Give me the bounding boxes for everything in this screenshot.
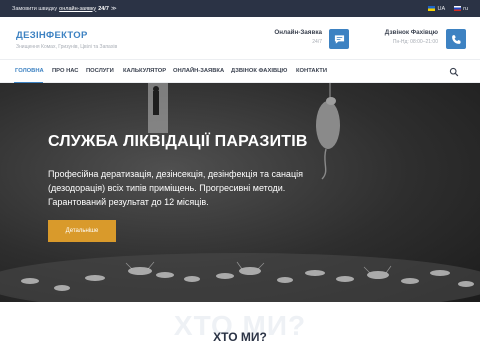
phone-icon	[451, 34, 461, 44]
lang-ua-label: UA	[437, 5, 446, 12]
lang-ru-label: ru	[463, 5, 468, 12]
brand-title: ДЕЗІНФЕКТОР	[16, 30, 88, 41]
logo[interactable]: ДЕЗІНФЕКТОР Знищення Комах, Гризунів, Цв…	[16, 30, 117, 50]
phone-button[interactable]	[446, 29, 466, 49]
lang-ru[interactable]: ru	[454, 6, 468, 12]
nav-item-services[interactable]: ПОСЛУГИ	[86, 68, 114, 74]
nav-item-online-order[interactable]: ОНЛАЙН-ЗАЯВКА	[173, 68, 224, 74]
topbar-hours: 24/7	[98, 5, 109, 12]
call-contact-title: Дзвінок Фахівцю	[384, 29, 438, 36]
nav-item-home[interactable]: ГОЛОВНА	[15, 68, 44, 74]
nav-item-contacts[interactable]: КОНТАКТИ	[296, 68, 327, 74]
hero-banner: СЛУЖБА ЛІКВІДАЦІЇ ПАРАЗИТІВ Професійна д…	[0, 83, 480, 302]
topbar-text: Замовити швидку	[12, 5, 58, 12]
search-icon[interactable]	[449, 67, 459, 77]
ua-flag-icon	[428, 6, 436, 11]
site-header: ДЕЗІНФЕКТОР Знищення Комах, Гризунів, Цв…	[0, 17, 480, 59]
brand-subtitle: Знищення Комах, Гризунів, Цвілі та Запах…	[16, 44, 118, 50]
chat-button[interactable]	[329, 29, 349, 49]
ru-flag-icon	[454, 6, 462, 11]
lang-ua[interactable]: UA	[428, 6, 445, 12]
nav-item-call-specialist[interactable]: ДЗВІНОК ФАХІВЦЮ	[231, 68, 287, 74]
call-contact[interactable]: Дзвінок Фахівцю Пн-Нд: 08:00–21:00	[385, 29, 438, 45]
about-heading: ХТО МИ?	[213, 330, 267, 344]
chat-icon	[334, 34, 344, 44]
order-contact-title: Онлайн-Заявка	[274, 29, 322, 36]
order-contact[interactable]: Онлайн-Заявка 24/7	[274, 29, 322, 45]
top-bar: Замовити швидку онлайн-заявку 24/7 ≫ UA …	[0, 0, 480, 17]
double-arrow-icon: ≫	[110, 5, 117, 12]
details-button[interactable]: Детальніше	[48, 220, 116, 242]
hero-description: Професійна дератизація, дезінсекція, дез…	[48, 169, 303, 207]
hero-title: СЛУЖБА ЛІКВІДАЦІЇ ПАРАЗИТІВ	[48, 133, 308, 150]
call-contact-hours: Пн-Нд: 08:00–21:00	[392, 39, 438, 45]
language-switcher: UA ru	[428, 6, 468, 12]
order-contact-hours: 24/7	[312, 39, 322, 45]
about-section: ХТО МИ? ХТО МИ?	[0, 302, 480, 360]
nav-item-about[interactable]: ПРО НАС	[52, 68, 79, 74]
main-nav: ГОЛОВНА ПРО НАС ПОСЛУГИ КАЛЬКУЛЯТОР ОНЛА…	[0, 59, 480, 84]
online-order-link[interactable]: онлайн-заявку	[59, 6, 96, 12]
nav-item-calculator[interactable]: КАЛЬКУЛЯТОР	[123, 68, 166, 74]
